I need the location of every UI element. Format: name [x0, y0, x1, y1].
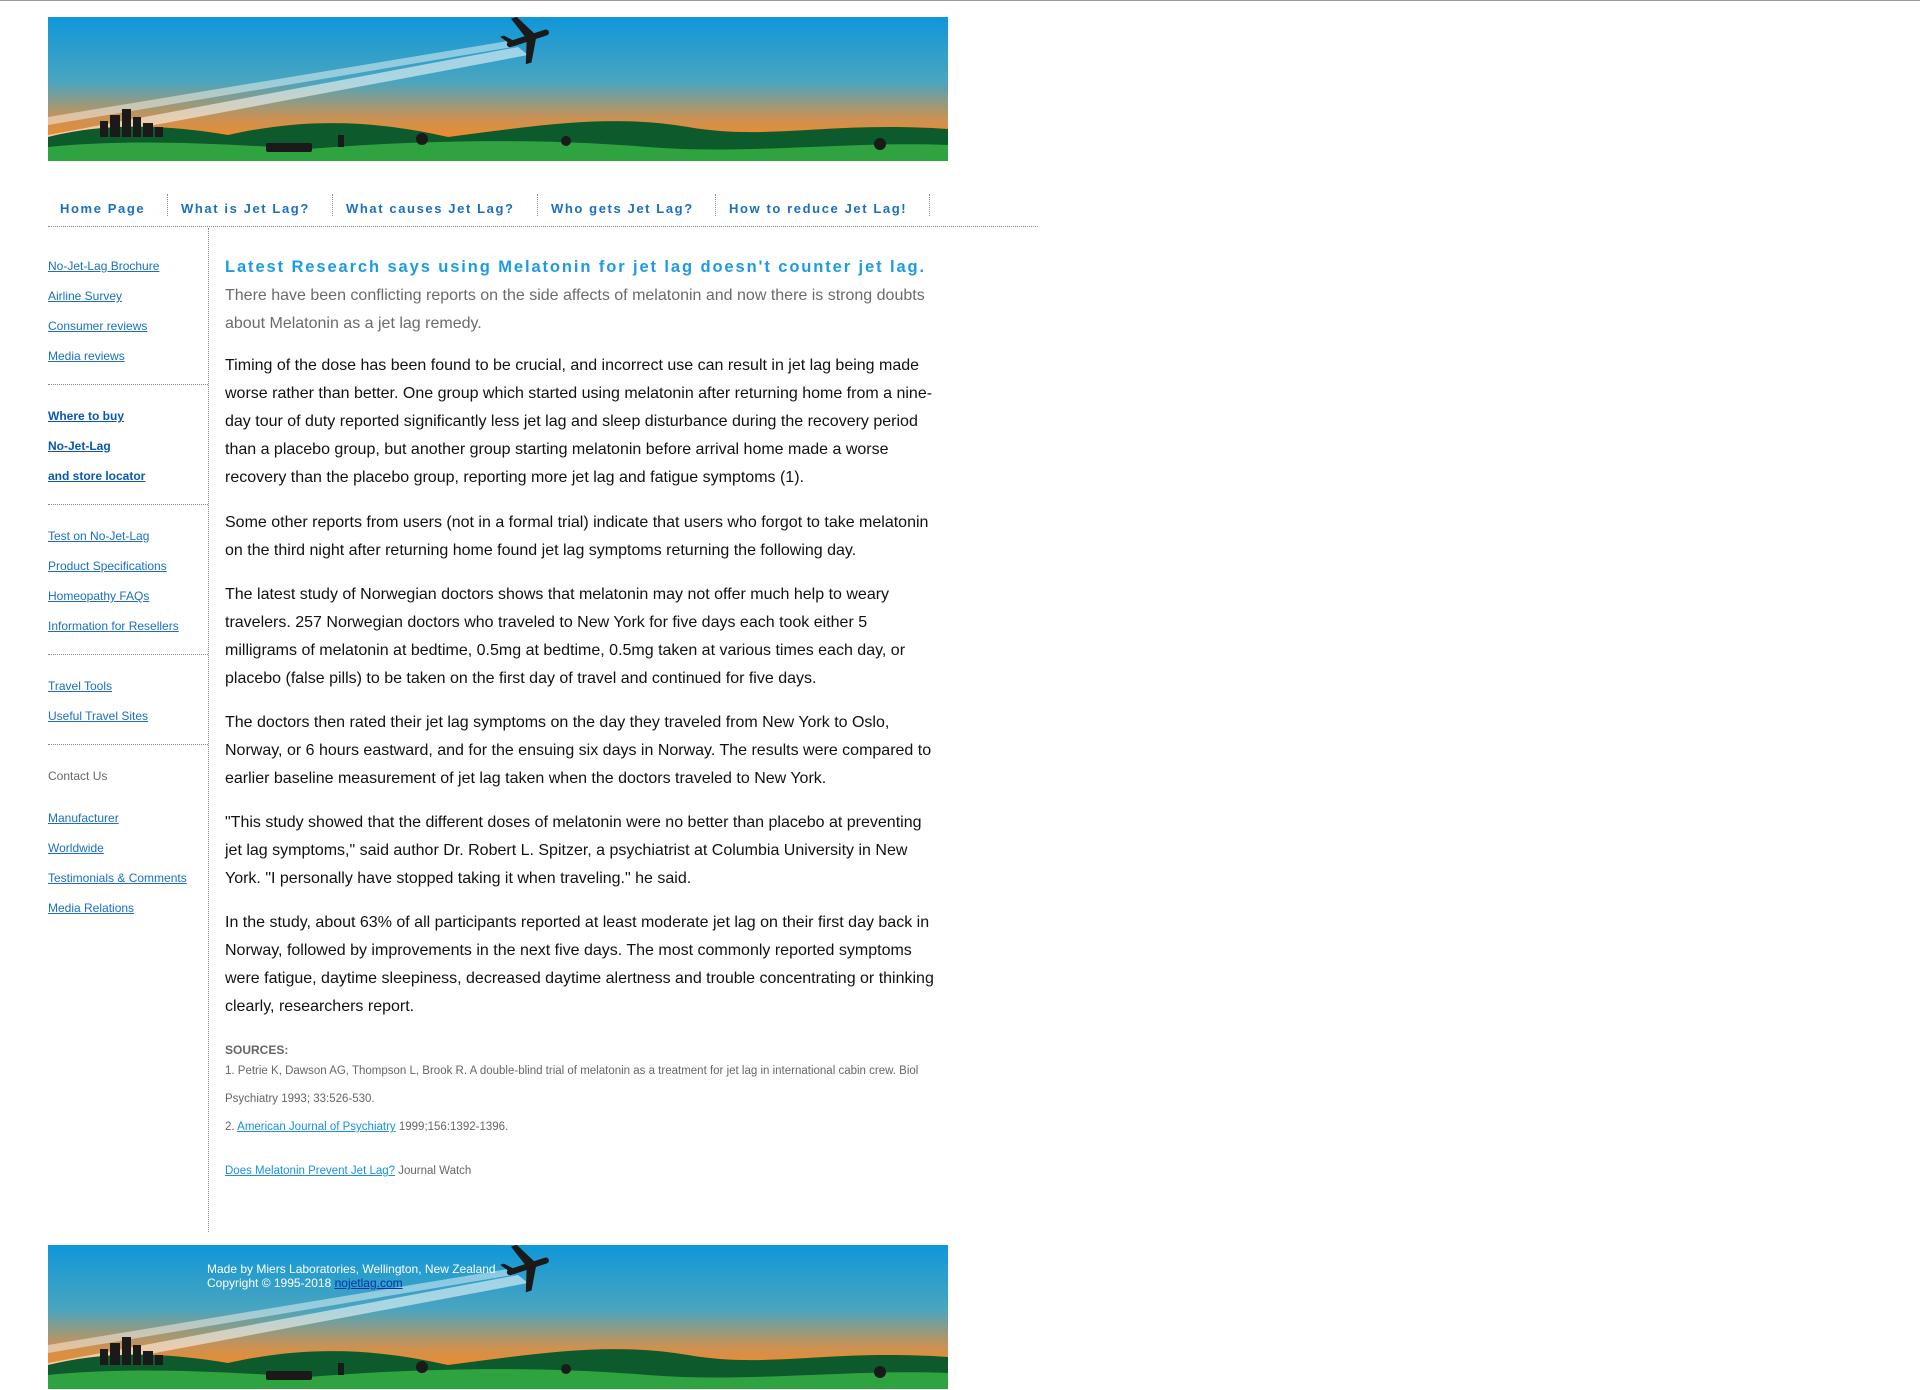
footer-site-link[interactable]: nojetlag.com: [335, 1276, 403, 1290]
sidebar-link-useful-travel-sites[interactable]: Useful Travel Sites: [48, 709, 148, 723]
article-headline: Latest Research says using Melatonin for…: [225, 258, 927, 276]
nav-separator: [929, 194, 930, 216]
source-1: 1. Petrie K, Dawson AG, Thompson L, Broo…: [225, 1065, 919, 1105]
melatonin-article-link[interactable]: Does Melatonin Prevent Jet Lag?: [225, 1165, 395, 1177]
article-intro: There have been conflicting reports on t…: [225, 287, 925, 332]
journal-watch-reference: Does Melatonin Prevent Jet Lag? Journal …: [225, 1165, 472, 1177]
nav-home[interactable]: Home Page: [60, 194, 145, 218]
sidebar-divider: [48, 654, 208, 655]
footer-copyright: Copyright © 1995-2018 nojetlag.com: [207, 1276, 403, 1290]
sidebar-link-resellers[interactable]: Information for Resellers: [48, 619, 179, 633]
sidebar-link-media-relations[interactable]: Media Relations: [48, 901, 134, 915]
article-paragraph: The doctors then rated their jet lag sym…: [225, 714, 932, 787]
sidebar-link-worldwide[interactable]: Worldwide: [48, 841, 104, 855]
sources-heading: SOURCES:: [225, 1043, 289, 1057]
sidebar-link-travel-tools[interactable]: Travel Tools: [48, 679, 112, 693]
sidebar-link-no-jet-lag[interactable]: No-Jet-Lag: [48, 439, 111, 453]
article-paragraph: Timing of the dose has been found to be …: [225, 357, 933, 486]
article-paragraph: "This study showed that the different do…: [225, 814, 922, 887]
sidebar-link-product-specifications[interactable]: Product Specifications: [48, 559, 167, 573]
sidebar-link-where-to-buy[interactable]: Where to buy: [48, 409, 124, 423]
source-2: 2. American Journal of Psychiatry 1999;1…: [225, 1121, 509, 1133]
top-rule: [0, 0, 1920, 1]
sidebar-divider: [48, 384, 208, 385]
sky-jet-illustration: [48, 1245, 948, 1389]
sidebar-link-store-locator[interactable]: and store locator: [48, 469, 145, 483]
sidebar-link-media-reviews[interactable]: Media reviews: [48, 349, 125, 363]
nav-what-causes-jet-lag[interactable]: What causes Jet Lag?: [346, 194, 515, 218]
sidebar-link-brochure[interactable]: No-Jet-Lag Brochure: [48, 259, 159, 273]
sidebar-link-testimonials[interactable]: Testimonials & Comments: [48, 871, 187, 885]
nav-separator: [537, 194, 538, 216]
nav-who-gets-jet-lag[interactable]: Who gets Jet Lag?: [551, 194, 694, 218]
nav-separator: [715, 194, 716, 216]
nav-separator: [167, 194, 168, 216]
sidebar-contact-heading: Contact Us: [48, 769, 108, 783]
header-banner: [48, 17, 948, 161]
sidebar-link-consumer-reviews[interactable]: Consumer reviews: [48, 319, 147, 333]
footer-banner: [48, 1245, 948, 1389]
article-paragraph: The latest study of Norwegian doctors sh…: [225, 586, 906, 687]
sidebar-link-manufacturer[interactable]: Manufacturer: [48, 811, 119, 825]
nav-what-is-jet-lag[interactable]: What is Jet Lag?: [181, 194, 310, 218]
main-nav: Home Page What is Jet Lag? What causes J…: [48, 194, 1038, 227]
sidebar-divider: [48, 744, 208, 745]
sky-jet-illustration: [48, 17, 948, 161]
article-paragraph: Some other reports from users (not in a …: [225, 514, 929, 559]
nav-how-to-reduce-jet-lag[interactable]: How to reduce Jet Lag!: [729, 194, 907, 218]
sidebar-link-airline-survey[interactable]: Airline Survey: [48, 289, 122, 303]
sidebar-link-homeopathy-faqs[interactable]: Homeopathy FAQs: [48, 589, 149, 603]
sidebar-link-test[interactable]: Test on No-Jet-Lag: [48, 529, 149, 543]
article-paragraph: In the study, about 63% of all participa…: [225, 914, 934, 1015]
nav-separator: [332, 194, 333, 216]
source-2-link[interactable]: American Journal of Psychiatry: [237, 1121, 396, 1133]
sidebar: No-Jet-Lag Brochure Airline Survey Consu…: [48, 228, 209, 1232]
footer-made-by: Made by Miers Laboratories, Wellington, …: [207, 1262, 496, 1276]
sidebar-divider: [48, 504, 208, 505]
footer-credits: Made by Miers Laboratories, Wellington, …: [207, 1262, 496, 1290]
